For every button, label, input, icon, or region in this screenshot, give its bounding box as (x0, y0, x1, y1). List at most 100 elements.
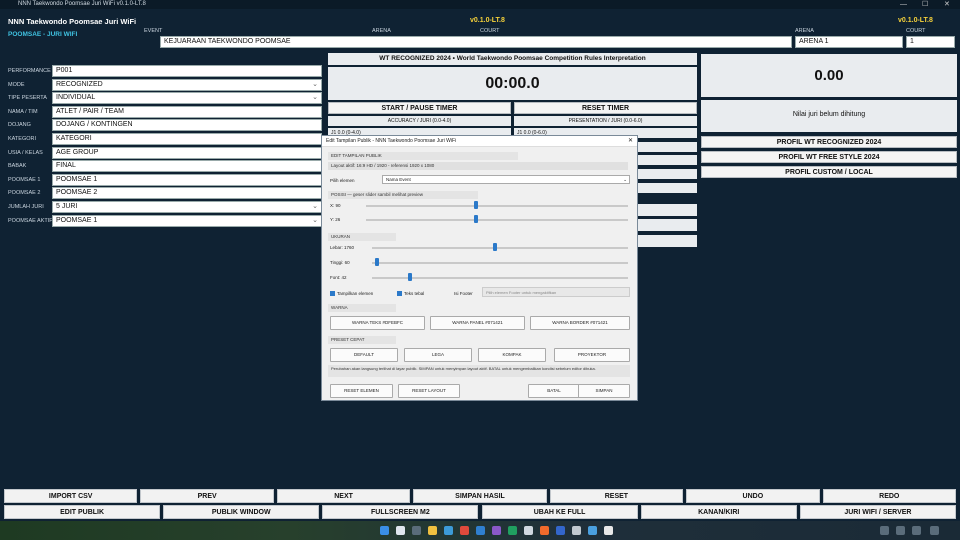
sum-row-3 (638, 235, 697, 247)
preset-proyektor-button[interactable]: PROYEKTOR (554, 348, 630, 362)
tinggi-slider-track[interactable] (372, 262, 628, 264)
toolbar-button[interactable]: IMPORT CSV (4, 489, 138, 503)
toolbar-button[interactable]: EDIT PUBLIK (4, 505, 161, 519)
search-icon[interactable] (396, 526, 405, 535)
y-slider-track[interactable] (366, 219, 628, 221)
maximize-icon[interactable]: ☐ (922, 0, 928, 9)
reset-layout-button[interactable]: RESET LAYOUT (398, 384, 460, 398)
teks-tebal-label: Teks tebal (404, 291, 425, 296)
preset-kompak-button[interactable]: KOMPAK (478, 348, 546, 362)
score-note: Nilai juri belum dihitung (701, 100, 957, 132)
event-input[interactable]: KEJUARAAN TAEKWONDO POOMSAE (160, 36, 792, 48)
field-select[interactable]: RECOGNIZED ⌄ (52, 78, 322, 91)
arena-input[interactable]: ARENA 1 (795, 36, 903, 48)
start-icon[interactable] (380, 526, 389, 535)
j5-presentation[interactable] (638, 183, 697, 193)
app-icon-7[interactable] (604, 526, 613, 535)
y-slider-thumb[interactable] (474, 215, 479, 223)
preset-lega-button[interactable]: LEGA (404, 348, 472, 362)
tampilkan-checkbox[interactable] (330, 291, 335, 296)
field-select[interactable]: POOMSAE 1 ⌄ (52, 214, 322, 227)
start-pause-timer-button[interactable]: START / PAUSE TIMER (328, 102, 511, 114)
edge-icon[interactable] (444, 526, 453, 535)
j4-presentation[interactable] (638, 169, 697, 179)
reset-timer-button[interactable]: RESET TIMER (514, 102, 697, 114)
chrome-icon[interactable] (460, 526, 469, 535)
toolbar-button[interactable]: REDO (822, 489, 956, 503)
warna-teks-button[interactable]: WARNA TEKS #DFEBFC (330, 316, 425, 330)
field-label: POOMSAE 1 (8, 176, 41, 183)
toolbar-button[interactable]: RESET (549, 489, 684, 503)
chevron-down-icon: ⌄ (312, 203, 318, 210)
lebar-slider-track[interactable] (372, 247, 628, 249)
font-label: Font: 42 (330, 275, 347, 280)
toolbar-button[interactable]: JURI WIFI / SERVER (799, 505, 956, 519)
app-subtitle: POOMSAE - JURI WIFI (8, 31, 78, 38)
toolbar-button[interactable]: PREV (140, 489, 274, 503)
field-input[interactable]: KATEGORI (52, 133, 322, 145)
tinggi-slider-thumb[interactable] (375, 258, 380, 266)
tray-icon[interactable] (880, 526, 889, 535)
profile-wt-freestyle-button[interactable]: PROFIL WT FREE STYLE 2024 (701, 151, 957, 163)
field-input[interactable]: POOMSAE 1 (52, 173, 322, 186)
field-input[interactable]: POOMSAE 2 (52, 187, 322, 200)
app-icon-5[interactable] (572, 526, 581, 535)
field-value: ATLET / PAIR / TEAM (56, 107, 124, 115)
app-icon-6[interactable] (588, 526, 597, 535)
field-input[interactable]: FINAL (52, 160, 322, 173)
reset-elemen-button[interactable]: RESET ELEMEN (330, 384, 393, 398)
file-explorer-icon[interactable] (428, 526, 437, 535)
python-icon[interactable] (524, 526, 533, 535)
toolbar-button[interactable]: UBAH KE FULL (481, 505, 638, 519)
toolbar-button[interactable]: KANAN/KIRI (640, 505, 797, 519)
isi-footer-input[interactable]: Pilih elemen Footer untuk mengaktifkan (482, 287, 630, 297)
field-input[interactable]: DOJANG / KONTINGEN (52, 119, 322, 132)
teks-tebal-checkbox[interactable] (397, 291, 402, 296)
window-titlebar: NNN Taekwondo Poomsae Juri WiFi v0.1.0-L… (0, 0, 960, 9)
j3-presentation[interactable] (638, 155, 697, 165)
wifi-icon[interactable] (896, 526, 905, 535)
field-label: DOJANG (8, 122, 31, 129)
profile-custom-button[interactable]: PROFIL CUSTOM / LOCAL (701, 166, 957, 178)
lebar-slider-thumb[interactable] (492, 243, 497, 251)
field-label: POOMSAE AKTIF (8, 217, 53, 224)
toolbar-button[interactable]: NEXT (276, 489, 411, 503)
app-icon[interactable] (492, 526, 501, 535)
dialog-title: Edit Tampilan Publik - NNN Taekwondo Poo… (326, 138, 457, 144)
simpan-button[interactable]: SIMPAN (578, 384, 630, 398)
dialog-note: Perubahan akan langsung terlihat di laya… (328, 365, 630, 377)
notification-icon[interactable] (930, 526, 939, 535)
field-input[interactable]: ATLET / PAIR / TEAM (52, 105, 322, 118)
minimize-icon[interactable]: — (900, 0, 907, 9)
x-slider-thumb[interactable] (474, 201, 479, 209)
field-input[interactable]: P001 (52, 65, 322, 77)
x-slider-track[interactable] (366, 205, 628, 207)
toolbar-button[interactable]: UNDO (686, 489, 820, 503)
vscode-icon[interactable] (476, 526, 485, 535)
close-icon[interactable]: ✕ (944, 0, 950, 9)
volume-icon[interactable] (912, 526, 921, 535)
batal-button[interactable]: BATAL (528, 384, 580, 398)
j2-presentation[interactable] (638, 142, 697, 152)
task-view-icon[interactable] (412, 526, 421, 535)
dialog-titlebar: Edit Tampilan Publik - NNN Taekwondo Poo… (322, 136, 637, 147)
font-slider-thumb[interactable] (408, 273, 413, 281)
dialog-close-icon[interactable]: ✕ (628, 136, 633, 147)
app-icon-2[interactable] (508, 526, 517, 535)
field-select[interactable]: INDIVIDUAL ⌄ (52, 92, 322, 105)
pilih-elemen-select[interactable]: Nama Event ⌄ (382, 175, 630, 184)
warna-border-button[interactable]: WARNA BORDER #071421 (530, 316, 630, 330)
profile-wt-recognized-button[interactable]: PROFIL WT RECOGNIZED 2024 (701, 136, 957, 148)
field-label: MODE (8, 81, 25, 88)
toolbar-button[interactable]: PUBLIK WINDOW (163, 505, 320, 519)
warna-panel-button[interactable]: WARNA PANEL #071421 (430, 316, 525, 330)
toolbar-button[interactable]: FULLSCREEN M2 (322, 505, 479, 519)
field-input[interactable]: AGE GROUP (52, 146, 322, 159)
toolbar-button[interactable]: SIMPAN HASIL (413, 489, 547, 503)
court-input[interactable]: 1 (906, 36, 955, 48)
app-icon-3[interactable] (540, 526, 549, 535)
field-value: P001 (56, 67, 73, 74)
field-select[interactable]: 5 JURI ⌄ (52, 201, 322, 213)
preset-default-button[interactable]: DEFAULT (330, 348, 398, 362)
app-icon-4[interactable] (556, 526, 565, 535)
